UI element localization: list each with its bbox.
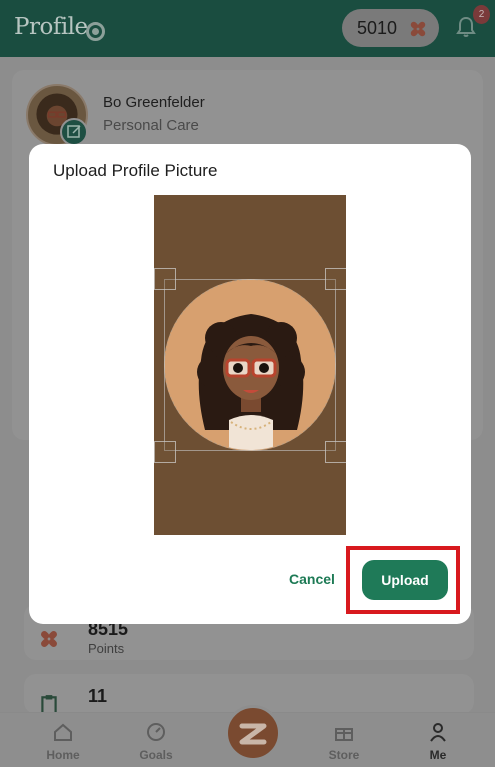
crop-handle-bottom-right[interactable]: [325, 441, 346, 463]
stat-value: 11: [88, 686, 108, 706]
stat-label: Points: [88, 641, 125, 656]
notification-badge: 2: [473, 5, 490, 24]
flower-icon: [41, 631, 57, 647]
edit-icon: [67, 125, 81, 138]
profile-name: Bo Greenfelder: [103, 94, 205, 111]
edit-avatar-button[interactable]: [60, 118, 88, 146]
image-cropper[interactable]: [154, 195, 346, 535]
crop-handle-top-left[interactable]: [154, 268, 176, 290]
tab-label: Store: [328, 748, 360, 762]
upload-button[interactable]: Upload: [362, 560, 448, 600]
crop-handle-top-right[interactable]: [325, 268, 346, 290]
person-icon: [430, 723, 446, 742]
tab-me[interactable]: Me: [403, 713, 473, 767]
points-value: 5010: [357, 18, 398, 38]
crop-frame: [164, 279, 336, 451]
dialog-title: Upload Profile Picture: [53, 161, 218, 180]
tab-label: Home: [46, 748, 80, 762]
logo-icon: [239, 723, 267, 745]
profile-role: Personal Care: [103, 117, 199, 134]
flower-icon: [410, 21, 426, 37]
upload-profile-picture-dialog: Upload Profile Picture Cancel Upload: [29, 144, 471, 624]
info-icon[interactable]: [86, 22, 105, 41]
points-badge[interactable]: 5010: [342, 9, 439, 47]
tab-store[interactable]: Store: [309, 713, 379, 767]
page-title: Profile: [14, 14, 88, 40]
tab-label: Goals: [139, 748, 173, 762]
crop-handle-bottom-left[interactable]: [154, 441, 176, 463]
tab-goals[interactable]: Goals: [121, 713, 191, 767]
top-bar: Profile 5010 2: [0, 0, 495, 57]
tab-home[interactable]: Home: [28, 713, 98, 767]
gauge-icon: [147, 723, 165, 741]
cancel-button[interactable]: Cancel: [289, 571, 335, 587]
center-action-button[interactable]: [225, 705, 281, 761]
bell-icon[interactable]: [456, 16, 476, 38]
home-icon: [54, 723, 72, 741]
tab-label: Me: [429, 748, 447, 762]
gift-icon: [335, 728, 353, 741]
